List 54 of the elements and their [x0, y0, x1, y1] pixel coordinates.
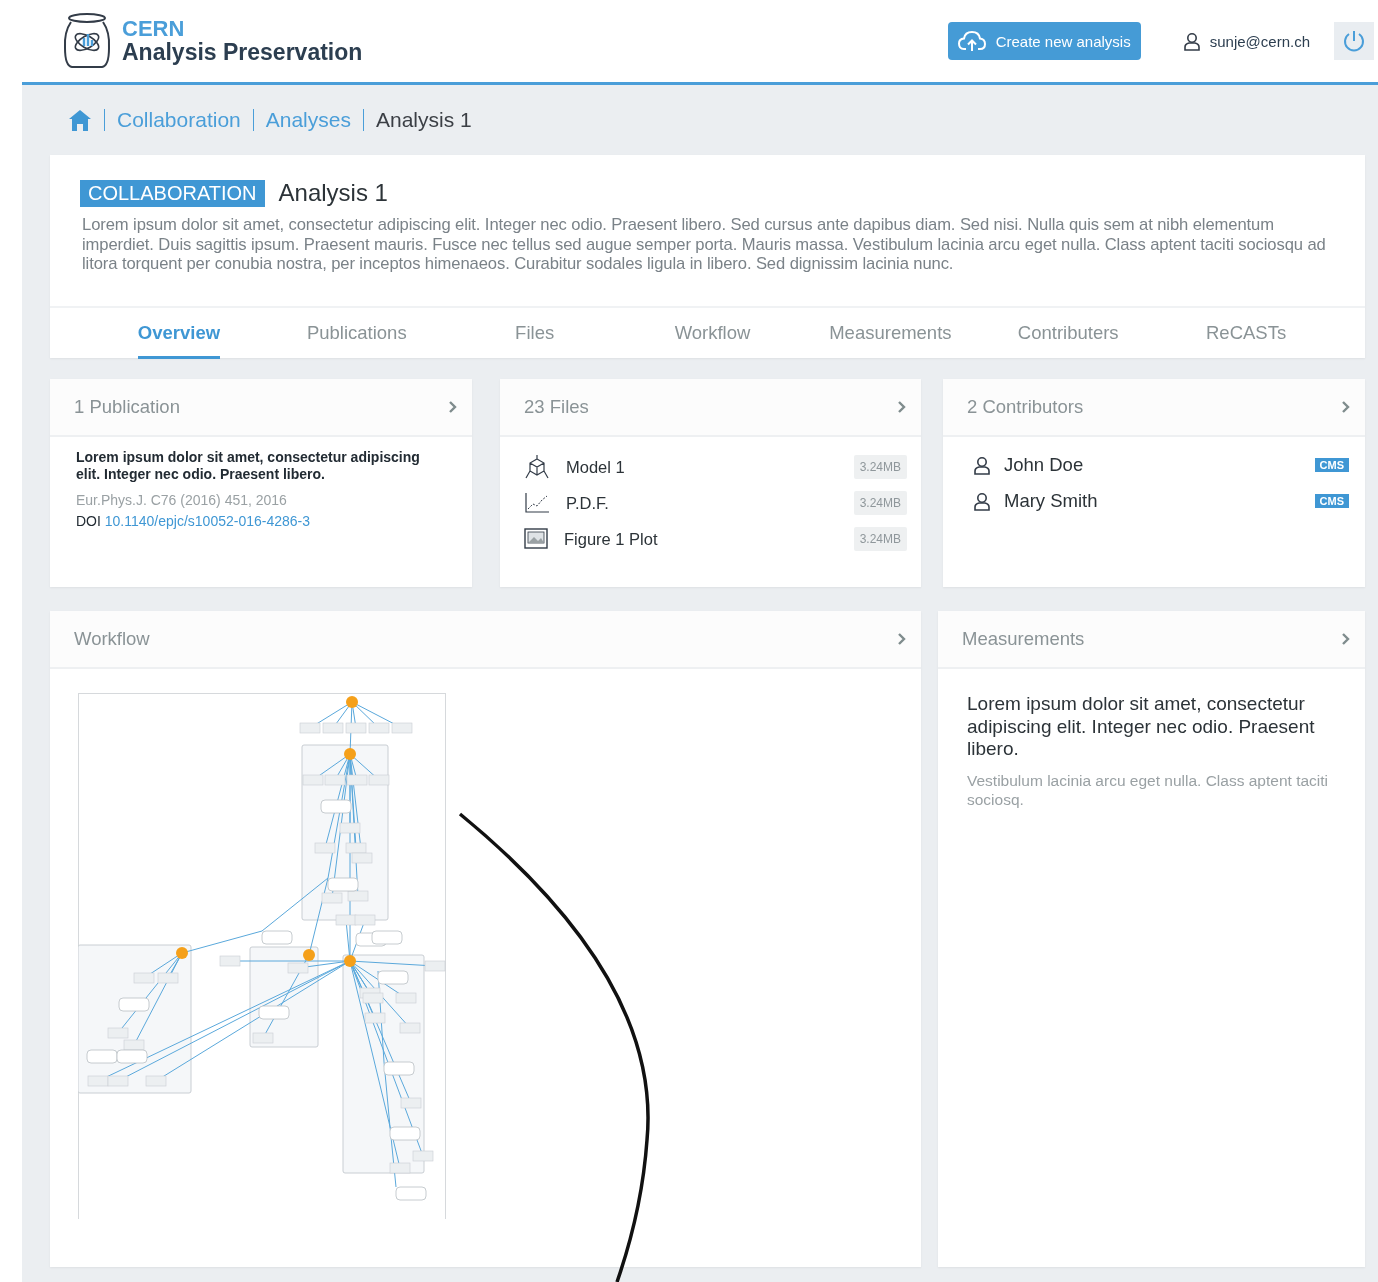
file-size: 3.24MB — [853, 491, 907, 515]
file-name[interactable]: Model 1 — [566, 457, 854, 477]
file-name[interactable]: Figure 1 Plot — [564, 529, 854, 549]
tab[interactable]: ReCASTs — [1206, 307, 1287, 359]
cube-icon — [524, 454, 550, 480]
doi-link[interactable]: 10.1140/epjc/s10052-016-4286-3 — [104, 513, 311, 529]
publication-abstract: Lorem ipsum dolor sit amet, consectetur adipiscing elit. Integer nec odio. Praesent libero. — [76, 449, 421, 483]
tab[interactable]: Workflow — [674, 307, 751, 359]
file-name[interactable]: P.D.F. — [566, 493, 854, 513]
logout-button[interactable] — [1334, 22, 1374, 60]
tab[interactable]: Files — [515, 307, 555, 359]
breadcrumb-current: Analysis 1 — [375, 108, 472, 132]
user-email[interactable]: sunje@cern.ch — [1209, 32, 1310, 50]
chevron-right-icon[interactable] — [897, 632, 907, 646]
analysis-title: Analysis 1 — [278, 179, 388, 207]
cloud-upload-icon — [957, 30, 986, 52]
jar-logo-icon — [62, 12, 112, 70]
chevron-right-icon[interactable] — [1341, 400, 1351, 414]
user-icon — [973, 491, 991, 511]
card-title: 23 Files — [524, 396, 589, 418]
user-icon — [1182, 31, 1201, 51]
measurement-note: Vestibulum lacinia arcu eget nulla. Class aptent taciti sociosq. — [967, 770, 1329, 810]
tab[interactable]: Measurements — [829, 307, 952, 359]
doi-line: DOI 10.1140/epjc/s10052-016-4286-3 — [76, 513, 312, 529]
line-chart-icon — [524, 492, 550, 514]
breadcrumb-link[interactable]: Collaboration — [117, 108, 241, 132]
collaboration-badge: COLLABORATION — [80, 179, 265, 207]
analysis-description: Lorem ipsum dolor sit amet, consectetur adipiscing elit. Integer nec odio. Praesent libero. Sed cursus ante dapibus diam. Sed nisi. Nulla quis sem at nibh elementum imperdiet. Duis sagittis ipsum. Praesent mauris. Fusce nec tellus sed augue semper porta. Mauris massa. Vestibulum lacinia arcu eget nulla. Class aptent taciti sociosqu ad litora torquent per conubia nostra, per inceptos himenaeos. Curabitur sodales ligula in libero. Sed dignissim lacinia nunc. — [82, 215, 1327, 274]
user-icon — [973, 455, 991, 475]
measurement-summary: Lorem ipsum dolor sit amet, consectetur adipiscing elit. Integer nec odio. Praesent libero. — [967, 693, 1316, 761]
create-analysis-button[interactable]: Create new analysis — [947, 22, 1141, 60]
power-icon — [1342, 29, 1366, 53]
contributor-name[interactable]: Mary Smith — [1004, 490, 1315, 512]
card-title: 1 Publication — [74, 396, 180, 418]
chevron-right-icon[interactable] — [1341, 632, 1351, 646]
home-icon[interactable] — [68, 109, 92, 131]
logo-subtitle: Analysis Preservation — [122, 39, 363, 65]
card-title: Workflow — [74, 628, 150, 650]
card-title: Measurements — [962, 628, 1085, 650]
file-size: 3.24MB — [853, 455, 907, 479]
tab[interactable]: Overview — [137, 307, 221, 359]
image-icon — [524, 528, 548, 550]
chevron-right-icon[interactable] — [448, 400, 458, 414]
publication-citation: Eur.Phys.J. C76 (2016) 451, 2016 — [76, 492, 288, 508]
chevron-right-icon[interactable] — [897, 400, 907, 414]
tab[interactable]: Contributers — [1017, 307, 1119, 359]
experiment-badge: CMS — [1314, 494, 1349, 508]
card-title: 2 Contributors — [967, 396, 1084, 418]
file-size: 3.24MB — [853, 527, 907, 551]
logo-title: CERN — [122, 17, 186, 40]
breadcrumb-link[interactable]: Analyses — [265, 108, 351, 132]
contributor-name[interactable]: John Doe — [1004, 454, 1315, 476]
tab[interactable]: Publications — [306, 307, 407, 359]
experiment-badge: CMS — [1314, 458, 1349, 472]
